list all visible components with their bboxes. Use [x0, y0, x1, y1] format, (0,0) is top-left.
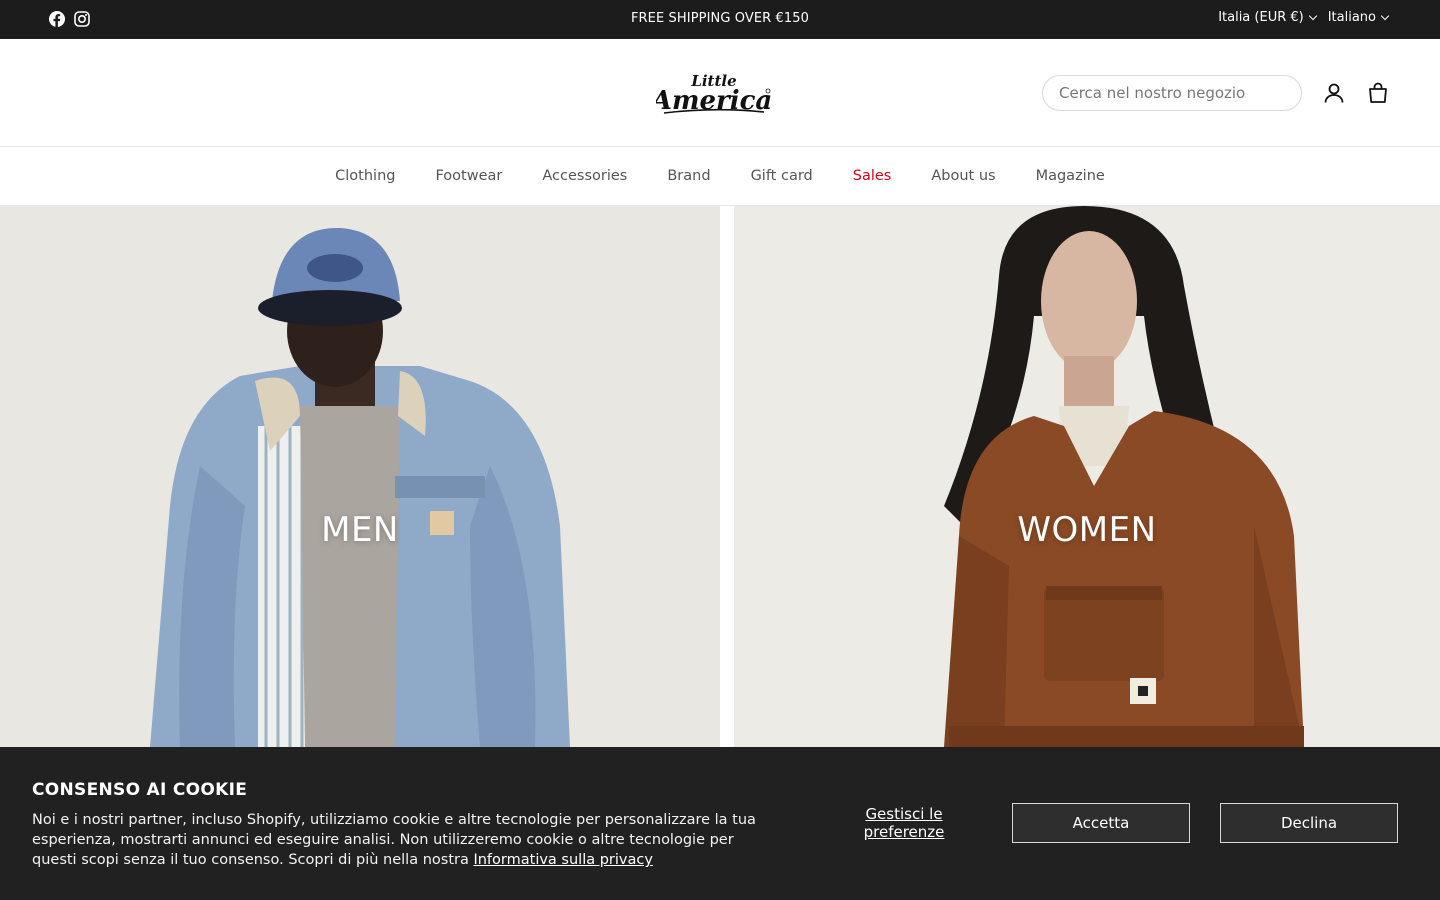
men-collection-tile[interactable]: MEN	[0, 206, 720, 747]
men-label: MEN	[321, 510, 399, 550]
nav-item-accessories[interactable]: Accessories	[542, 168, 627, 184]
site-header: Little America	[0, 39, 1440, 147]
cookie-consent-banner: CONSENSO AI COOKIE Noi e i nostri partne…	[0, 747, 1440, 900]
nav-item-footwear[interactable]: Footwear	[435, 168, 502, 184]
main-navigation: Clothing Footwear Accessories Brand Gift…	[0, 147, 1440, 206]
privacy-policy-link[interactable]: Informativa sulla privacy	[473, 852, 652, 868]
manage-preferences-link[interactable]: Gestisci le preferenze	[840, 805, 968, 841]
women-collection-tile[interactable]: WOMEN	[734, 206, 1440, 747]
nav-item-sales[interactable]: Sales	[853, 168, 892, 184]
nav-item-gift-card[interactable]: Gift card	[751, 168, 813, 184]
locale-selectors: Italia (EUR €) Italiano	[1218, 10, 1390, 25]
nav-item-brand[interactable]: Brand	[667, 168, 710, 184]
nav-item-magazine[interactable]: Magazine	[1036, 168, 1105, 184]
country-selector[interactable]: Italia (EUR €)	[1218, 10, 1317, 25]
hero-divider	[720, 206, 734, 747]
men-model-image	[0, 206, 720, 747]
search-input[interactable]	[1042, 75, 1302, 111]
announcement-bar: FREE SHIPPING OVER €150 Italia (EUR €) I…	[0, 0, 1440, 39]
accept-button[interactable]: Accetta	[1012, 803, 1190, 843]
country-selector-label: Italia (EUR €)	[1218, 10, 1304, 25]
decline-button[interactable]: Declina	[1220, 803, 1398, 843]
account-icon[interactable]	[1322, 81, 1346, 105]
women-model-image	[734, 206, 1440, 747]
women-label: WOMEN	[1017, 510, 1157, 550]
little-america-logo[interactable]: Little America	[656, 69, 774, 117]
nav-item-about-us[interactable]: About us	[931, 168, 995, 184]
cookie-title: CONSENSO AI COOKIE	[32, 780, 248, 800]
language-selector-label: Italiano	[1327, 10, 1376, 25]
cart-icon[interactable]	[1366, 81, 1390, 105]
chevron-down-icon	[1308, 11, 1317, 20]
chevron-down-icon	[1380, 11, 1390, 20]
language-selector[interactable]: Italiano	[1327, 10, 1390, 25]
cookie-description: Noi e i nostri partner, incluso Shopify,…	[32, 810, 772, 870]
nav-item-clothing[interactable]: Clothing	[335, 168, 395, 184]
